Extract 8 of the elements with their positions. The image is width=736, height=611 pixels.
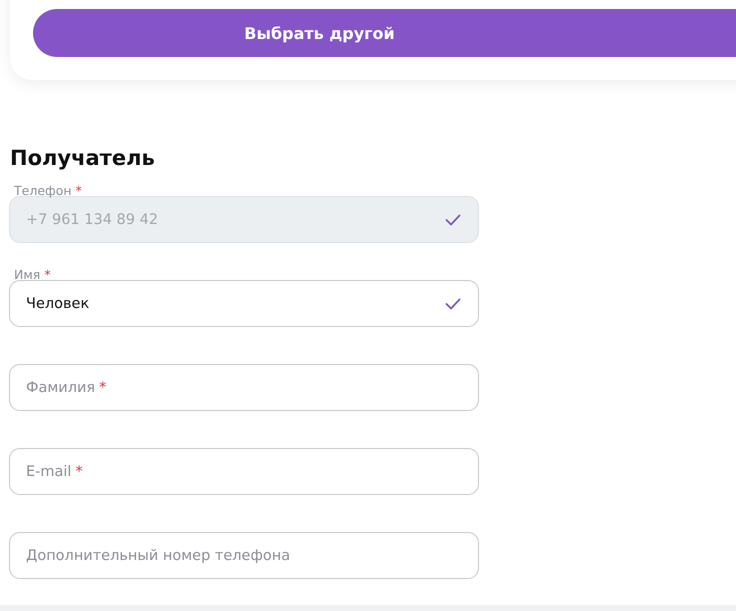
field-label: Имя * bbox=[14, 268, 51, 282]
text-field[interactable]: Дополнительный номер телефона bbox=[9, 532, 479, 579]
text-field[interactable]: Человек bbox=[9, 280, 479, 327]
section-title: Получатель bbox=[10, 145, 156, 171]
text-field[interactable]: Фамилия * bbox=[9, 364, 479, 411]
choose-another-button[interactable]: Выбрать другой bbox=[33, 9, 736, 57]
text-field[interactable]: E-mail * bbox=[9, 448, 479, 495]
field-label: Телефон * bbox=[14, 184, 82, 198]
